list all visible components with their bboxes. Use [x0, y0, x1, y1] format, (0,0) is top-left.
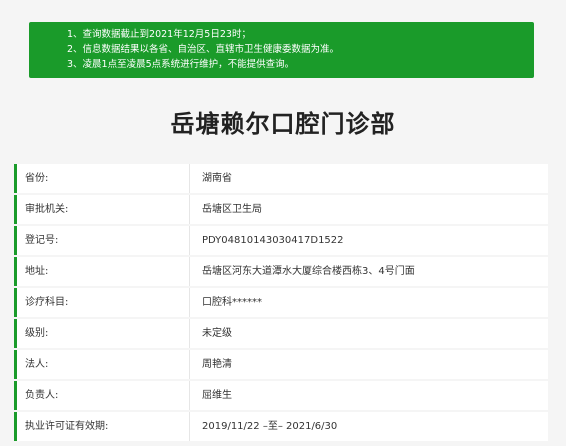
detail-row-person-in-charge: 负责人: 屈维生: [14, 381, 548, 410]
column-divider: [189, 319, 190, 348]
detail-row-license-validity: 执业许可证有效期: 2019/11/22 –至– 2021/6/30: [14, 412, 548, 441]
level-value: 未定级: [202, 328, 232, 339]
approval-authority-label: 审批机关:: [25, 204, 69, 215]
license-validity-label: 执业许可证有效期:: [25, 421, 109, 432]
column-divider: [189, 350, 190, 379]
registration-number-value: PDY04810143030417D1522: [202, 235, 344, 246]
address-label: 地址:: [25, 266, 49, 277]
person-in-charge-value: 屈维生: [202, 390, 232, 401]
detail-row-province: 省份: 湖南省: [14, 164, 548, 193]
notice-line-2: 2、信息数据结果以各省、自治区、直辖市卫生健康委数据为准。: [67, 44, 340, 55]
column-divider: [189, 257, 190, 286]
province-value: 湖南省: [202, 173, 232, 184]
detail-row-address: 地址: 岳塘区河东大道潭水大厦综合楼西栋3、4号门面: [14, 257, 548, 286]
license-validity-value: 2019/11/22 –至– 2021/6/30: [202, 421, 338, 432]
notice-line-1: 1、查询数据截止到2021年12月5日23时；: [67, 29, 251, 40]
approval-authority-value: 岳塘区卫生局: [202, 204, 262, 215]
notice-line-3: 3、凌晨1点至凌晨5点系统进行维护，不能提供查询。: [67, 59, 295, 70]
column-divider: [189, 381, 190, 410]
column-divider: [189, 164, 190, 193]
clinic-name-title: 岳塘赖尔口腔门诊部: [170, 110, 396, 138]
column-divider: [189, 412, 190, 441]
address-value: 岳塘区河东大道潭水大厦综合楼西栋3、4号门面: [202, 266, 415, 277]
detail-row-level: 级别: 未定级: [14, 319, 548, 348]
detail-row-approval-authority: 审批机关: 岳塘区卫生局: [14, 195, 548, 224]
query-notice-banner: 1、查询数据截止到2021年12月5日23时； 2、信息数据结果以各省、自治区、…: [29, 22, 534, 78]
clinic-details-table: 省份: 湖南省 审批机关: 岳塘区卫生局 登记号: PDY04810143030…: [14, 164, 548, 443]
legal-person-label: 法人:: [25, 359, 49, 370]
registration-number-label: 登记号:: [25, 235, 59, 246]
clinic-registration-page: { "notice": { "lines": [ "1、查询数据截止到2021年…: [0, 0, 566, 446]
detail-row-legal-person: 法人: 周艳清: [14, 350, 548, 379]
column-divider: [189, 288, 190, 317]
person-in-charge-label: 负责人:: [25, 390, 59, 401]
treatment-subjects-label: 诊疗科目:: [25, 297, 69, 308]
detail-row-registration-number: 登记号: PDY04810143030417D1522: [14, 226, 548, 255]
legal-person-value: 周艳清: [202, 359, 232, 370]
treatment-subjects-value: 口腔科******: [202, 297, 262, 308]
level-label: 级别:: [25, 328, 49, 339]
column-divider: [189, 226, 190, 255]
detail-row-treatment-subjects: 诊疗科目: 口腔科******: [14, 288, 548, 317]
province-label: 省份:: [25, 173, 49, 184]
column-divider: [189, 195, 190, 224]
